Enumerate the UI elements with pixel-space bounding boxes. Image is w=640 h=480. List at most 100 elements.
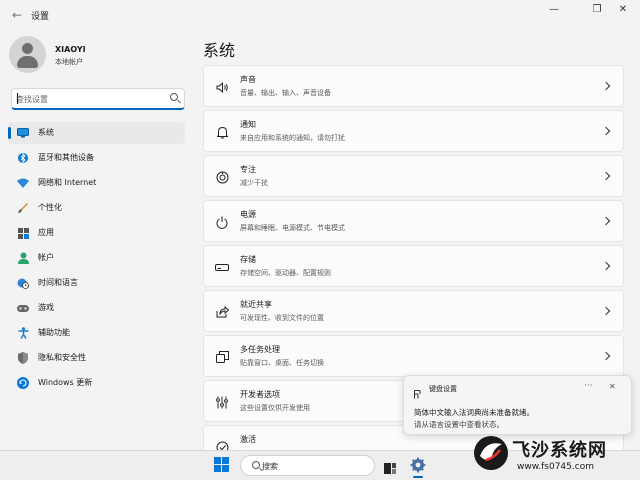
power-icon bbox=[215, 215, 229, 229]
card-description: 音量、输出、输入、声音设备 bbox=[240, 89, 331, 97]
sidebar-item-accessibility[interactable]: 辅助功能 bbox=[8, 322, 185, 344]
card-title: 声音 bbox=[240, 75, 256, 84]
sidebar-nav: 系统 蓝牙和其他设备 网络和 Internet 个性化 应用 帐户 时间和语言 … bbox=[8, 122, 185, 397]
card-title: 存储 bbox=[240, 255, 256, 264]
sidebar-item-label: 应用 bbox=[38, 228, 54, 237]
sidebar-item-label: 时间和语言 bbox=[38, 278, 78, 287]
minimize-icon: — bbox=[549, 4, 559, 15]
bluetooth-icon bbox=[17, 152, 29, 164]
sidebar-item-network[interactable]: 网络和 Internet bbox=[8, 172, 185, 194]
brush-icon bbox=[17, 202, 29, 214]
sidebar-item-label: 辅助功能 bbox=[38, 328, 70, 337]
page-title: 系统 bbox=[203, 41, 236, 60]
search-input[interactable] bbox=[16, 92, 166, 106]
sidebar-item-label: 网络和 Internet bbox=[38, 178, 97, 187]
back-arrow-icon: ← bbox=[11, 8, 23, 22]
sidebar-item-gaming[interactable]: 游戏 bbox=[8, 297, 185, 319]
card-title: 专注 bbox=[240, 165, 256, 174]
sidebar-item-label: 系统 bbox=[38, 128, 54, 137]
maximize-icon: ❐ bbox=[592, 4, 602, 15]
shield-icon bbox=[17, 352, 29, 364]
title-bar: ← 设置 — ❐ ✕ bbox=[0, 0, 640, 30]
card-title: 开发者选项 bbox=[240, 390, 280, 399]
sidebar-item-personalization[interactable]: 个性化 bbox=[8, 197, 185, 219]
card-title: 多任务处理 bbox=[240, 345, 280, 354]
close-button[interactable]: ✕ bbox=[606, 0, 640, 22]
storage-icon bbox=[215, 260, 229, 274]
search-icon[interactable] bbox=[170, 93, 178, 101]
search-icon bbox=[252, 461, 260, 469]
start-tile bbox=[222, 465, 229, 472]
card-storage[interactable]: 存储 存储空间、驱动器、配置规则 bbox=[203, 245, 624, 287]
card-description: 屏幕和睡眠、电源模式、节电模式 bbox=[240, 224, 345, 232]
apps-icon bbox=[17, 227, 29, 239]
settings-icon[interactable] bbox=[410, 457, 426, 473]
accessibility-icon bbox=[17, 327, 29, 339]
sidebar-item-windows-update[interactable]: Windows 更新 bbox=[8, 372, 185, 394]
settings-search[interactable] bbox=[11, 88, 185, 110]
card-title: 激活 bbox=[240, 435, 256, 444]
task-view-icon[interactable] bbox=[384, 459, 396, 474]
sidebar-item-label: 个性化 bbox=[38, 203, 62, 212]
card-description: 减少干扰 bbox=[240, 179, 268, 187]
start-tile bbox=[214, 457, 221, 464]
sidebar-item-time-language[interactable]: 时间和语言 bbox=[8, 272, 185, 294]
more-options-icon[interactable]: ··· bbox=[584, 381, 593, 391]
watermark-url: www.fs0745.com bbox=[517, 462, 594, 472]
chevron-right-icon bbox=[601, 306, 611, 316]
watermark-title: 飞沙系统网 bbox=[512, 440, 607, 461]
focus-icon bbox=[215, 170, 229, 184]
card-notifications[interactable]: 通知 来自应用和系统的通知，请勿打扰 bbox=[203, 110, 624, 152]
card-title: 就近共享 bbox=[240, 300, 272, 309]
sidebar-item-privacy[interactable]: 隐私和安全性 bbox=[8, 347, 185, 369]
chevron-right-icon bbox=[601, 351, 611, 361]
chevron-right-icon bbox=[601, 81, 611, 91]
close-icon: ✕ bbox=[618, 4, 628, 15]
toast-message: 简体中文输入法词典尚未准备就绪。 bbox=[414, 408, 534, 417]
card-description: 可发现性、收到文件的位置 bbox=[240, 314, 324, 322]
bell-icon bbox=[215, 125, 229, 139]
watermark-logo-icon bbox=[472, 434, 510, 472]
update-icon bbox=[17, 377, 29, 389]
multitask-icon bbox=[215, 350, 229, 364]
back-button[interactable]: ← bbox=[8, 6, 26, 24]
sidebar-item-label: 蓝牙和其他设备 bbox=[38, 153, 94, 162]
start-tile bbox=[214, 465, 221, 472]
sidebar-item-system[interactable]: 系统 bbox=[8, 122, 185, 144]
active-app-indicator bbox=[413, 476, 423, 478]
taskbar-search-label: 搜索 bbox=[262, 462, 278, 471]
system-icon bbox=[17, 127, 29, 139]
chevron-right-icon bbox=[601, 216, 611, 226]
sidebar-item-label: 隐私和安全性 bbox=[38, 353, 86, 362]
start-tile bbox=[222, 457, 229, 464]
chevron-right-icon bbox=[601, 171, 611, 181]
gamepad-icon bbox=[17, 302, 29, 314]
card-description: 这些设置仅供开发使用 bbox=[240, 404, 310, 412]
toast-title: 键盘设置 bbox=[429, 385, 457, 393]
card-sound[interactable]: 声音 音量、输出、输入、声音设备 bbox=[203, 65, 624, 107]
card-power[interactable]: 电源 屏幕和睡眠、电源模式、节电模式 bbox=[203, 200, 624, 242]
chevron-right-icon bbox=[601, 261, 611, 271]
app-title: 设置 bbox=[31, 12, 50, 22]
speaker-icon bbox=[215, 80, 229, 94]
avatar[interactable] bbox=[9, 36, 46, 73]
sidebar-item-bluetooth[interactable]: 蓝牙和其他设备 bbox=[8, 147, 185, 169]
card-description: 存储空间、驱动器、配置规则 bbox=[240, 269, 331, 277]
user-name: XIAOYI bbox=[55, 45, 86, 54]
wifi-icon bbox=[17, 177, 29, 189]
card-focus[interactable]: 专注 减少干扰 bbox=[203, 155, 624, 197]
card-nearby-sharing[interactable]: 就近共享 可发现性、收到文件的位置 bbox=[203, 290, 624, 332]
site-watermark: 飞沙系统网 www.fs0745.com bbox=[472, 432, 640, 480]
chevron-right-icon bbox=[601, 126, 611, 136]
minimize-button[interactable]: — bbox=[537, 0, 571, 22]
taskbar-search[interactable]: 搜索 bbox=[240, 455, 375, 476]
toast-close-icon[interactable]: ✕ bbox=[609, 382, 616, 391]
toast-submessage: 请从语言设置中查看状态。 bbox=[414, 420, 504, 429]
card-multitasking[interactable]: 多任务处理 贴靠窗口、桌面、任务切换 bbox=[203, 335, 624, 377]
sidebar-item-accounts[interactable]: 帐户 bbox=[8, 247, 185, 269]
avatar-head bbox=[22, 43, 33, 54]
share-icon bbox=[215, 305, 229, 319]
notification-toast[interactable]: 键盘设置 ··· ✕ 简体中文输入法词典尚未准备就绪。 请从语言设置中查看状态。 bbox=[403, 375, 632, 435]
sidebar-item-apps[interactable]: 应用 bbox=[8, 222, 185, 244]
start-icon[interactable] bbox=[214, 457, 230, 473]
